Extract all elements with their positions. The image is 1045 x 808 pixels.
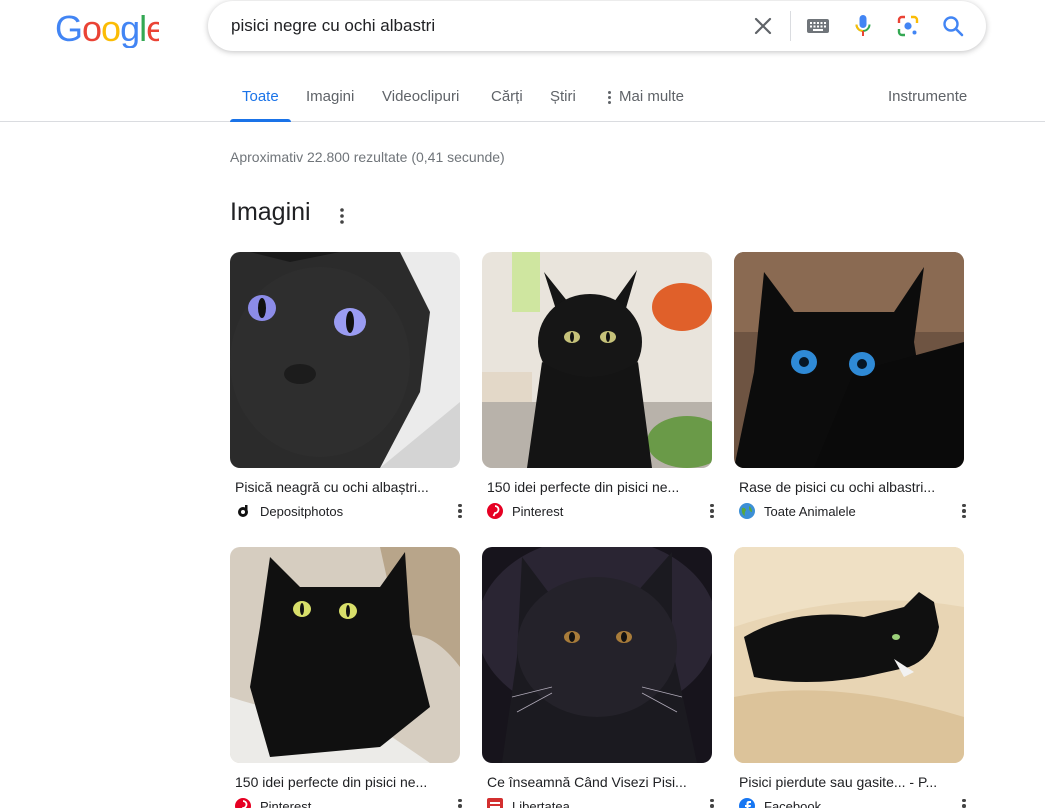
image-more-button[interactable] <box>453 797 467 808</box>
images-section-more-button[interactable] <box>332 205 352 225</box>
image-source[interactable]: Toate Animalele <box>739 502 971 520</box>
image-result-card[interactable]: Ce înseamnă Când Visezi Pisi... Libertat… <box>482 547 714 808</box>
keyboard-icon[interactable] <box>806 14 830 38</box>
image-source-name: Toate Animalele <box>764 503 856 519</box>
tab-more[interactable]: Mai multe <box>608 88 684 122</box>
images-section-title: Imagini <box>230 198 311 226</box>
libertatea-icon <box>487 798 503 808</box>
image-more-button[interactable] <box>705 502 719 520</box>
google-logo[interactable]: Google <box>55 8 166 49</box>
microphone-icon[interactable] <box>851 14 875 38</box>
tab-news[interactable]: Știri <box>550 88 576 122</box>
result-stats: Aproximativ 22.800 rezultate (0,41 secun… <box>230 149 505 165</box>
image-thumbnail[interactable] <box>734 252 964 468</box>
close-icon[interactable] <box>751 14 775 38</box>
pinterest-icon <box>487 503 503 519</box>
depositphotos-icon <box>235 503 251 519</box>
image-caption[interactable]: Rase de pisici cu ochi albastri... <box>739 479 959 495</box>
image-more-button[interactable] <box>705 797 719 808</box>
image-caption[interactable]: 150 idei perfecte din pisici ne... <box>235 774 455 790</box>
tab-more-label: Mai multe <box>619 88 685 105</box>
image-caption[interactable]: Pisici pierdute sau gasite... - P... <box>739 774 959 790</box>
tab-videos[interactable]: Videoclipuri <box>382 88 459 122</box>
image-result-card[interactable]: 150 idei perfecte din pisici ne... Pinte… <box>230 547 462 808</box>
image-source-name: Depositphotos <box>260 503 344 519</box>
camera-lens-icon[interactable] <box>896 14 920 38</box>
search-divider <box>790 11 791 41</box>
image-thumbnail[interactable] <box>734 547 964 763</box>
image-thumbnail[interactable] <box>482 252 712 468</box>
image-more-button[interactable] <box>453 502 467 520</box>
image-result-card[interactable]: Pisici pierdute sau gasite... - P... Fac… <box>734 547 966 808</box>
image-thumbnail[interactable] <box>230 252 460 468</box>
image-thumbnail[interactable] <box>482 547 712 763</box>
search-input[interactable]: pisici negre cu ochi albastri <box>231 16 435 36</box>
image-thumbnail[interactable] <box>230 547 460 763</box>
image-caption[interactable]: Ce înseamnă Când Visezi Pisi... <box>487 774 707 790</box>
globe-icon <box>739 503 755 519</box>
search-tabs: Toate Imagini Videoclipuri Cărți Știri M… <box>0 84 1045 122</box>
image-source-name: Facebook <box>764 798 822 808</box>
image-more-button[interactable] <box>957 797 971 808</box>
more-vert-icon <box>340 208 344 224</box>
more-vert-icon <box>608 91 611 104</box>
image-source-name: Libertatea <box>512 798 570 808</box>
image-caption[interactable]: 150 idei perfecte din pisici ne... <box>487 479 707 495</box>
image-source[interactable]: Facebook <box>739 797 971 808</box>
image-more-button[interactable] <box>957 502 971 520</box>
image-source[interactable]: Pinterest <box>235 797 467 808</box>
search-box[interactable]: pisici negre cu ochi albastri <box>208 1 986 51</box>
facebook-icon <box>739 798 755 808</box>
pinterest-icon <box>235 798 251 808</box>
tab-images[interactable]: Imagini <box>306 88 354 122</box>
image-source[interactable]: Depositphotos <box>235 502 467 520</box>
image-caption[interactable]: Pisică neagră cu ochi albaștri... <box>235 479 455 495</box>
google-logo-wordmark: Google <box>55 8 166 49</box>
tools-button[interactable]: Instrumente <box>888 88 967 105</box>
image-source-name: Pinterest <box>260 798 312 808</box>
tab-all[interactable]: Toate <box>230 88 291 122</box>
image-result-card[interactable]: 150 idei perfecte din pisici ne... Pinte… <box>482 252 714 520</box>
search-icon[interactable] <box>941 14 965 38</box>
image-source[interactable]: Libertatea <box>487 797 719 808</box>
image-result-card[interactable]: Pisică neagră cu ochi albaștri... Deposi… <box>230 252 462 520</box>
image-source[interactable]: Pinterest <box>487 502 719 520</box>
image-result-card[interactable]: Rase de pisici cu ochi albastri... Toate… <box>734 252 966 520</box>
tab-books[interactable]: Cărți <box>491 88 523 122</box>
svg-text:Google: Google <box>55 12 159 48</box>
image-source-name: Pinterest <box>512 503 564 519</box>
